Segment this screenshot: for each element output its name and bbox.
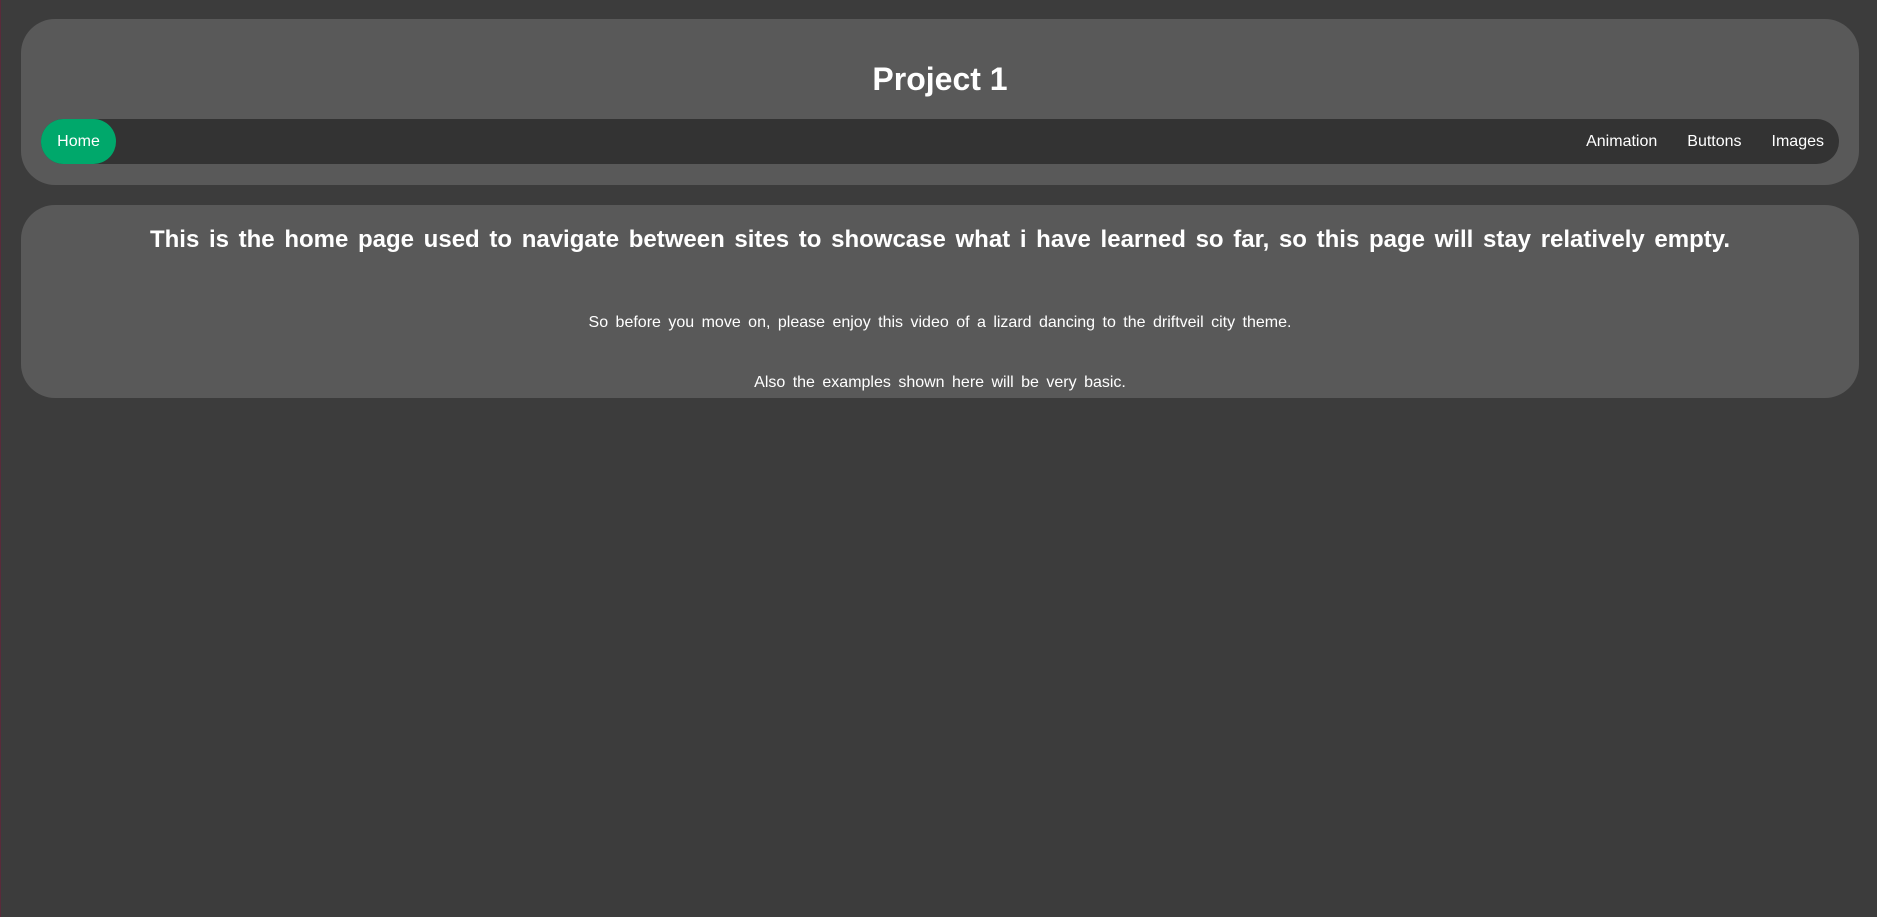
intro-heading: This is the home page used to navigate b… <box>149 226 1731 253</box>
note-paragraph: Also the examples shown here will be ver… <box>754 374 1126 391</box>
nav-images-link[interactable]: Images <box>1757 119 1839 164</box>
nav-links: Animation Buttons Images <box>1571 119 1839 164</box>
header-card: Project 1 Home Animation Buttons Images <box>21 19 1859 185</box>
intro-paragraph: So before you move on, please enjoy this… <box>588 314 1292 331</box>
window-edge <box>0 0 1 917</box>
nav-animation-link[interactable]: Animation <box>1571 119 1672 164</box>
page-title: Project 1 <box>872 61 1008 97</box>
nav-home-link[interactable]: Home <box>41 119 116 164</box>
nav-buttons-link[interactable]: Buttons <box>1672 119 1756 164</box>
content-card: This is the home page used to navigate b… <box>21 205 1859 398</box>
navbar: Home Animation Buttons Images <box>41 119 1839 164</box>
